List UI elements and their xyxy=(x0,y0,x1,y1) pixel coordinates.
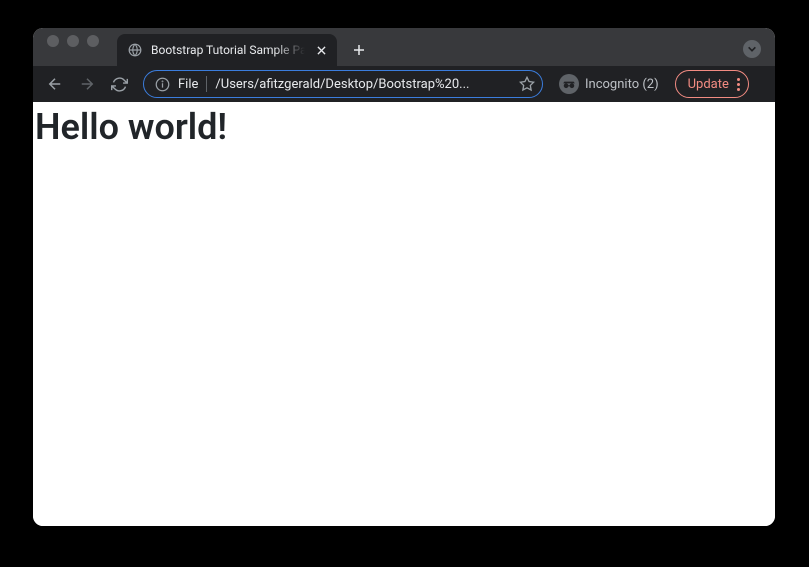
incognito-icon xyxy=(559,74,579,94)
bookmark-star-icon[interactable] xyxy=(518,75,536,93)
update-button[interactable]: Update xyxy=(675,70,749,98)
close-window-button[interactable] xyxy=(47,35,59,47)
browser-tab[interactable]: Bootstrap Tutorial Sample Page xyxy=(117,34,337,66)
info-icon[interactable] xyxy=(154,76,170,92)
menu-dots-icon xyxy=(737,78,740,91)
back-button[interactable] xyxy=(41,70,69,98)
window-controls xyxy=(43,28,99,66)
toolbar: File /Users/afitzgerald/Desktop/Bootstra… xyxy=(33,66,775,102)
new-tab-button[interactable] xyxy=(345,36,373,64)
update-label: Update xyxy=(688,77,729,92)
chevron-down-icon[interactable] xyxy=(743,40,761,58)
maximize-window-button[interactable] xyxy=(87,35,99,47)
titlebar: Bootstrap Tutorial Sample Page xyxy=(33,28,775,66)
url-scheme: File xyxy=(178,77,198,92)
address-bar[interactable]: File /Users/afitzgerald/Desktop/Bootstra… xyxy=(143,70,543,98)
close-tab-icon[interactable] xyxy=(313,42,329,58)
incognito-label: Incognito (2) xyxy=(585,77,659,92)
tab-strip: Bootstrap Tutorial Sample Page xyxy=(117,28,743,66)
globe-icon xyxy=(127,42,143,58)
minimize-window-button[interactable] xyxy=(67,35,79,47)
forward-button[interactable] xyxy=(73,70,101,98)
url-divider xyxy=(206,76,207,92)
page-heading: Hello world! xyxy=(35,106,773,148)
page-content: Hello world! xyxy=(33,102,775,526)
incognito-badge[interactable]: Incognito (2) xyxy=(553,70,665,98)
tab-title: Bootstrap Tutorial Sample Page xyxy=(151,43,305,57)
url-path: /Users/afitzgerald/Desktop/Bootstrap%20.… xyxy=(215,77,510,92)
reload-button[interactable] xyxy=(105,70,133,98)
titlebar-right xyxy=(743,40,775,66)
browser-window: Bootstrap Tutorial Sample Page xyxy=(33,28,775,526)
